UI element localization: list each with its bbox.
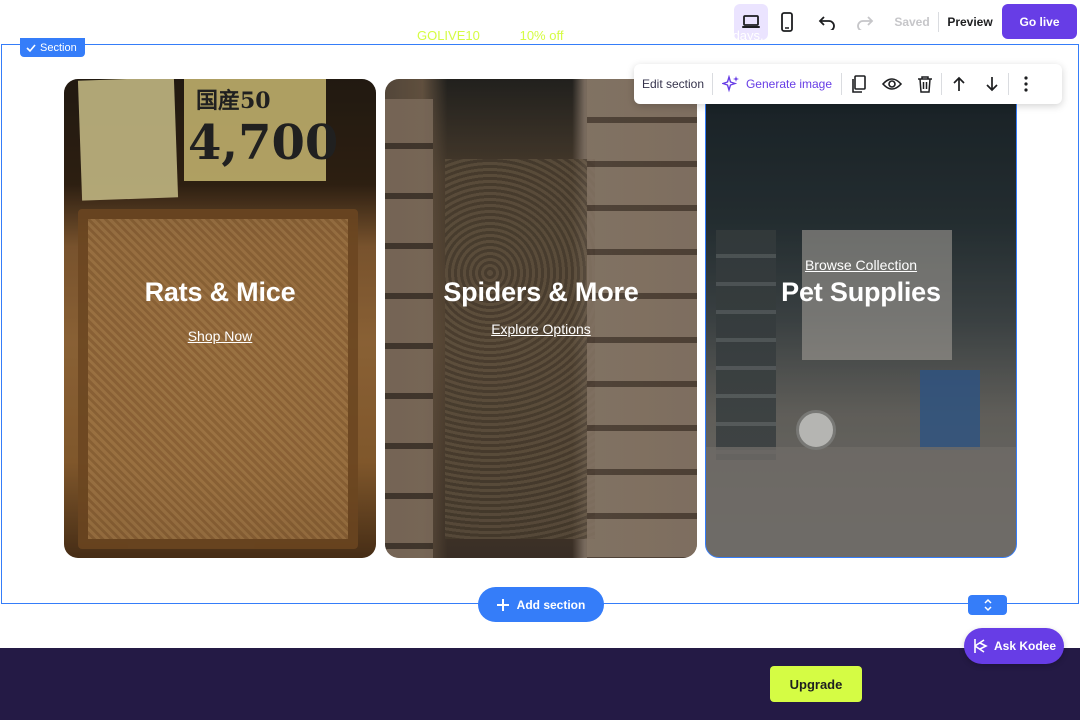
section-edit-toolbar: Edit section Generate image [634,64,1062,104]
card-title: Pet Supplies [781,277,941,307]
undo-icon [818,16,835,30]
move-up-button[interactable] [942,64,975,104]
ask-kodee-label: Ask Kodee [993,639,1057,653]
duplicate-icon [851,75,866,93]
category-card-spiders[interactable]: Spiders & More Explore Options [385,79,697,558]
check-icon [26,43,36,52]
chevron-up-down-icon [983,598,992,612]
arrow-up-icon [952,76,965,91]
more-vertical-icon [1023,76,1028,92]
delete-section-button[interactable] [908,64,941,104]
promo-text: Great website! Use code GOLIVE10 to get … [271,28,764,43]
preview-button[interactable]: Preview [944,4,996,40]
promo-text-part: Great website! Use code [271,28,417,43]
section-tag-label: Section [40,41,77,54]
category-card-rats[interactable]: 国産50 4,700 Rats & Mice Shop Now [64,79,376,558]
card-title: Rats & Mice [144,277,296,307]
reorder-sections-button[interactable] [968,595,1007,615]
promo-code: GOLIVE10 [416,28,480,43]
mobile-icon [781,12,793,32]
edit-section-button[interactable]: Edit section [634,64,712,104]
section-tag[interactable]: Section [20,38,85,57]
promo-banner [0,648,1080,720]
add-section-label: Add section [516,597,586,612]
generate-image-label: Generate image [745,77,833,91]
toolbar-divider [938,12,939,32]
promo-discount: 10% off [519,28,564,43]
image-overlay [64,79,376,558]
mobile-view-button[interactable] [772,4,802,40]
go-live-button[interactable]: Go live [1002,4,1077,39]
move-down-button[interactable] [975,64,1008,104]
plus-icon [496,598,509,611]
promo-text-part: to get [479,28,520,43]
image-overlay [706,80,1016,557]
trash-icon [917,76,932,93]
kodee-icon [974,639,988,653]
redo-button[interactable] [850,4,880,40]
add-section-button[interactable]: Add section [478,587,604,622]
generate-image-button[interactable]: Generate image [713,64,841,104]
redo-icon [857,16,874,30]
upgrade-button[interactable]: Upgrade [770,666,862,702]
eye-icon [881,78,902,90]
image-overlay [385,79,697,558]
hide-section-button[interactable] [875,64,908,104]
browse-collection-link[interactable]: Browse Collection [706,257,1016,273]
duplicate-button[interactable] [842,64,875,104]
explore-options-link[interactable]: Explore Options [385,321,697,337]
sparkle-icon [721,75,739,93]
card-title: Spiders & More [443,277,639,307]
category-card-pet-supplies[interactable]: Browse Collection Pet Supplies [705,79,1017,558]
ask-kodee-button[interactable]: Ask Kodee [964,628,1064,664]
more-options-button[interactable] [1009,64,1042,104]
undo-button[interactable] [812,4,842,40]
saved-status: Saved [894,15,930,29]
arrow-down-icon [985,77,998,92]
promo-text-part: when you upgrade within 14 days. [563,28,764,43]
shop-now-link[interactable]: Shop Now [64,328,376,344]
